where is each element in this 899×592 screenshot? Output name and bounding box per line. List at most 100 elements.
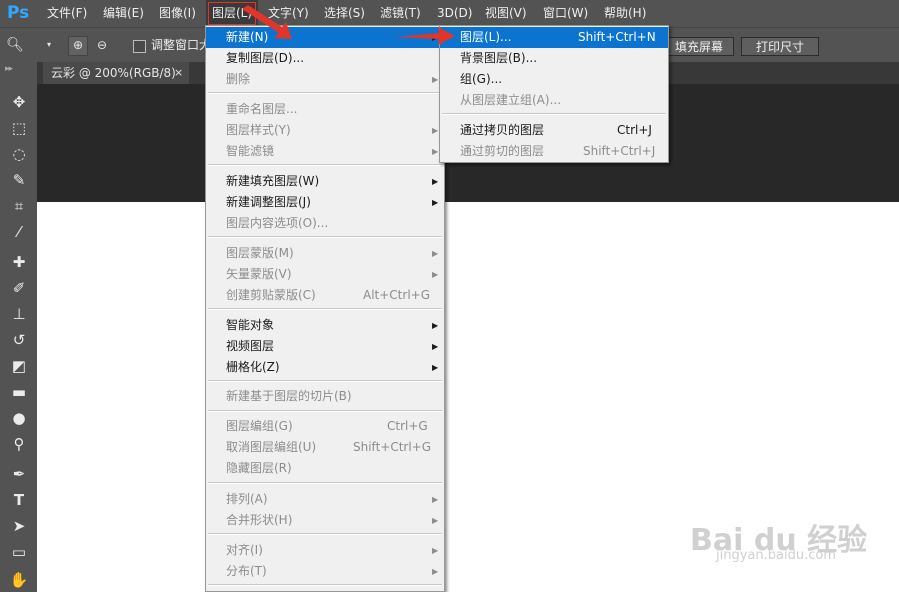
submenu-arrow-icon: ▶: [432, 198, 439, 207]
document-tab-title: 云彩 @ 200%(RGB/8): [51, 66, 176, 80]
zoom-tool-icon[interactable]: 🔍︎: [6, 35, 24, 55]
panel-grip-icon[interactable]: ▸▸: [5, 64, 13, 74]
menu-item-align: 对齐(I) ▶: [206, 540, 444, 561]
quick-select-tool-icon[interactable]: ✎: [6, 168, 32, 192]
history-brush-tool-icon[interactable]: ↺: [6, 328, 32, 352]
menu-layer[interactable]: 图层(L): [206, 0, 259, 27]
submenu-arrow-icon: ▶: [432, 363, 439, 372]
menu-item-group-from-layers: 从图层建立组(A)...: [460, 93, 562, 107]
crop-tool-icon[interactable]: ⌗: [6, 194, 32, 218]
submenu-arrow-icon: ▶: [432, 270, 439, 279]
menu-item-smart-object[interactable]: 智能对象 ▶: [206, 315, 444, 336]
menu-item-new-layer-based-slice: 新建基于图层的切片(B): [226, 389, 352, 403]
menu-separator: [208, 584, 442, 586]
lasso-tool-icon[interactable]: ◌: [6, 142, 32, 166]
menu-item-group[interactable]: 组(G)...: [440, 69, 668, 90]
close-icon[interactable]: ×: [174, 62, 183, 84]
eyedropper-tool-icon[interactable]: ⁄: [6, 220, 32, 244]
submenu-arrow-icon: ▶: [432, 495, 439, 504]
resize-window-label: 调整窗口大: [151, 38, 207, 52]
submenu-arrow-icon: ▶: [432, 177, 439, 186]
menu-item-hide-layers: 隐藏图层(R): [226, 461, 292, 475]
menu-item-new-adjustment-layer[interactable]: 新建调整图层(J) ▶: [206, 192, 444, 213]
menu-item-layer-content-options: 图层内容选项(O)...: [226, 216, 329, 230]
submenu-arrow-icon: ▶: [432, 249, 439, 258]
marquee-tool-icon[interactable]: ⬚: [6, 116, 32, 140]
menu-separator: [208, 410, 442, 412]
submenu-arrow-icon: ▶: [432, 75, 439, 84]
menu-item-rename-layer: 重命名图层...: [226, 102, 298, 116]
submenu-arrow-icon: ▶: [432, 147, 439, 156]
watermark-url: jingyan.baidu.com: [716, 548, 836, 563]
document-tab[interactable]: 云彩 @ 200%(RGB/8) ×: [43, 62, 189, 84]
fill-screen-button[interactable]: 填充屏幕: [664, 37, 734, 56]
menu-separator: [208, 164, 442, 166]
brush-tool-icon[interactable]: ✐: [6, 276, 32, 300]
menu-item-new-fill-layer[interactable]: 新建填充图层(W) ▶: [206, 171, 444, 192]
eraser-tool-icon[interactable]: ◩: [6, 354, 32, 378]
menu-type[interactable]: 文字(Y): [268, 0, 309, 27]
menu-item-layer-mask: 图层蒙版(M) ▶: [206, 243, 444, 264]
menu-select[interactable]: 选择(S): [324, 0, 365, 27]
pen-tool-icon[interactable]: ✒: [6, 462, 32, 486]
menu-item-delete: 删除 ▶: [206, 69, 444, 90]
submenu-arrow-icon: ▶: [432, 342, 439, 351]
print-size-button[interactable]: 打印尺寸: [741, 37, 819, 56]
zoom-out-icon[interactable]: ⊖: [92, 35, 112, 55]
menu-item-new[interactable]: 新建(N) ▶: [206, 27, 444, 48]
menu-item-video-layers[interactable]: 视频图层 ▶: [206, 336, 444, 357]
tools-panel: ▸▸ ✥ ⬚ ◌ ✎ ⌗ ⁄ ✚ ✐ ⊥ ↺ ◩ ▬ ● ⚲ ✒ T ➤ ▭ ✋: [0, 62, 38, 592]
resize-window-checkbox[interactable]: [133, 40, 146, 53]
hand-tool-icon[interactable]: ✋: [6, 568, 32, 592]
menu-item-layer-via-copy[interactable]: 通过拷贝的图层 Ctrl+J: [440, 120, 668, 141]
zoom-in-icon: ⊕: [72, 38, 84, 52]
menu-help[interactable]: 帮助(H): [604, 0, 646, 27]
photoshop-logo: Ps: [7, 3, 30, 23]
healing-brush-tool-icon[interactable]: ✚: [6, 250, 32, 274]
submenu-arrow-icon: ▶: [432, 546, 439, 555]
menu-item-arrange: 排列(A) ▶: [206, 489, 444, 510]
menu-edit[interactable]: 编辑(E): [103, 0, 144, 27]
menu-item-create-clipping-mask: 创建剪贴蒙版(C) Alt+Ctrl+G: [226, 288, 431, 302]
menu-separator: [442, 113, 666, 115]
menu-item-combine-shapes: 合并形状(H) ▶: [206, 510, 444, 531]
menu-separator: [208, 92, 442, 94]
menu-separator: [208, 308, 442, 310]
menu-window[interactable]: 窗口(W): [543, 0, 588, 27]
submenu-arrow-icon: ▶: [432, 516, 439, 525]
menu-item-rasterize[interactable]: 栅格化(Z) ▶: [206, 357, 444, 378]
submenu-arrow-icon: ▶: [432, 33, 439, 42]
menu-item-background-layer[interactable]: 背景图层(B)...: [440, 48, 668, 69]
menu-item-ungroup-layers: 取消图层编组(U) Shift+Ctrl+G: [226, 440, 432, 454]
menu-separator: [208, 533, 442, 535]
new-submenu: 图层(L)... Shift+Ctrl+N 背景图层(B)... 组(G)... …: [439, 25, 669, 163]
menu-item-layer-style: 图层样式(Y) ▶: [206, 120, 444, 141]
menu-item-layer-via-cut: 通过剪切的图层 Shift+Ctrl+J: [460, 144, 656, 158]
blur-tool-icon[interactable]: ●: [6, 406, 32, 430]
move-tool-icon[interactable]: ✥: [6, 90, 32, 114]
menu-image[interactable]: 图像(I): [159, 0, 196, 27]
menu-filter[interactable]: 滤镜(T): [380, 0, 421, 27]
clone-stamp-tool-icon[interactable]: ⊥: [6, 302, 32, 326]
menu-3d[interactable]: 3D(D): [437, 0, 472, 27]
menu-item-vector-mask: 矢量蒙版(V) ▶: [206, 264, 444, 285]
menu-item-group-layers: 图层编组(G) Ctrl+G: [226, 419, 428, 433]
menu-separator: [208, 482, 442, 484]
menu-item-smart-filter: 智能滤镜 ▶: [206, 141, 444, 162]
tool-preset-dropdown-icon[interactable]: ▾: [44, 35, 54, 55]
menu-item-duplicate-layer[interactable]: 复制图层(D)...: [206, 48, 444, 69]
menu-separator: [208, 236, 442, 238]
path-select-tool-icon[interactable]: ➤: [6, 514, 32, 538]
dodge-tool-icon[interactable]: ⚲: [6, 432, 32, 456]
rectangle-tool-icon[interactable]: ▭: [6, 540, 32, 564]
gradient-tool-icon[interactable]: ▬: [6, 380, 32, 404]
layer-menu: 新建(N) ▶ 复制图层(D)... 删除 ▶ 重命名图层... 图层样式(Y) ▶ …: [205, 25, 445, 592]
menu-file[interactable]: 文件(F): [47, 0, 87, 27]
menu-separator: [208, 380, 442, 382]
type-tool-icon[interactable]: T: [6, 488, 32, 512]
menu-item-new-layer[interactable]: 图层(L)... Shift+Ctrl+N: [440, 27, 668, 48]
submenu-arrow-icon: ▶: [432, 321, 439, 330]
menu-view[interactable]: 视图(V): [485, 0, 527, 27]
submenu-arrow-icon: ▶: [432, 567, 439, 576]
menu-bar: Ps 文件(F) 编辑(E) 图像(I) 图层(L) 文字(Y) 选择(S) 滤…: [0, 0, 899, 27]
